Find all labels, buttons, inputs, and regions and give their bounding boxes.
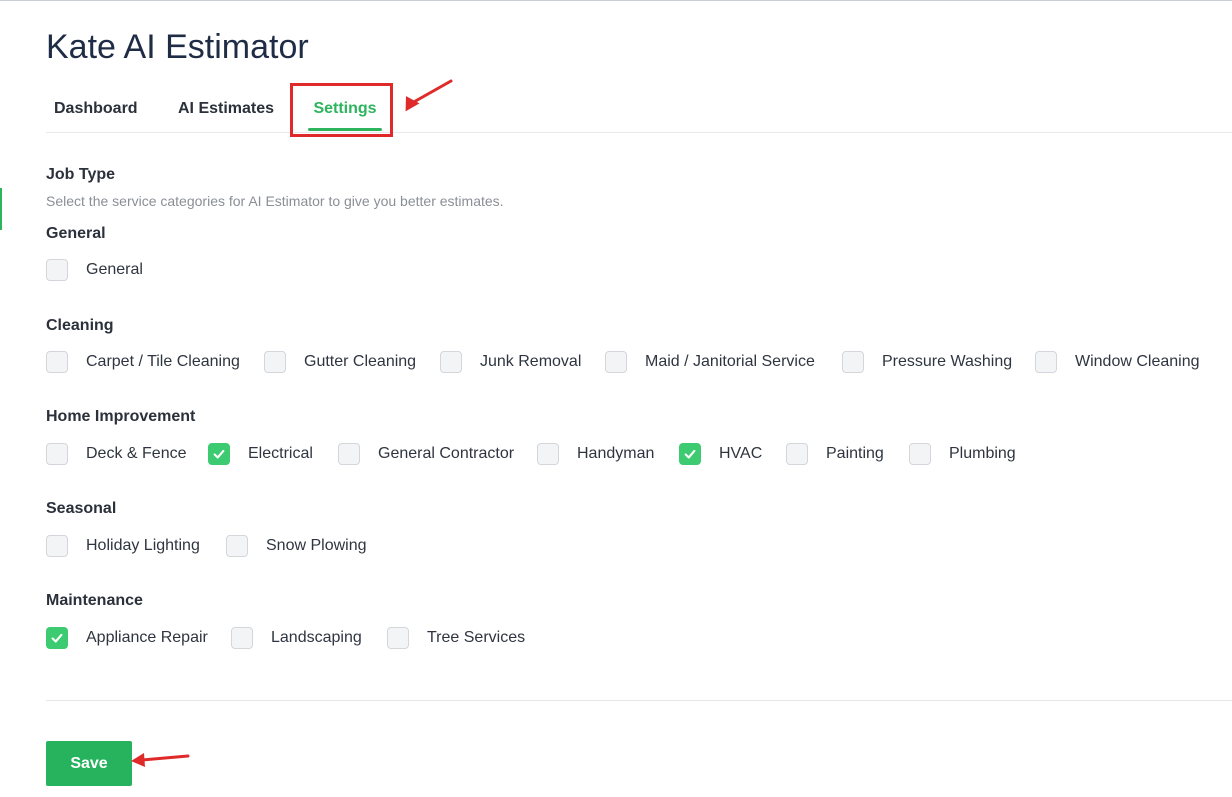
group-heading-cleaning: Cleaning	[46, 317, 114, 334]
group-heading-general: General	[46, 225, 106, 242]
option-label: Landscaping	[271, 629, 362, 646]
checkbox[interactable]	[226, 535, 248, 557]
tab-dashboard[interactable]: Dashboard	[54, 86, 138, 132]
job-type-heading: Job Type	[46, 166, 116, 183]
option-label: Gutter Cleaning	[304, 353, 417, 370]
group-heading-home-improvement: Home Improvement	[46, 408, 196, 425]
tab-ai-estimates-label: AI Estimates	[178, 100, 275, 117]
option-label: Holiday Lighting	[86, 537, 200, 554]
check-icon	[51, 633, 63, 643]
tab-dashboard-label: Dashboard	[54, 100, 138, 117]
option-label: Pressure Washing	[882, 353, 1013, 370]
option-electrical[interactable]: Electrical	[208, 442, 313, 466]
option-label: Electrical	[248, 445, 313, 462]
checkbox[interactable]	[842, 351, 864, 373]
form-divider	[46, 700, 1232, 701]
checkbox[interactable]	[786, 443, 808, 465]
option-label: Deck & Fence	[86, 445, 187, 462]
group-heading-seasonal: Seasonal	[46, 500, 117, 517]
checkbox[interactable]	[46, 443, 68, 465]
checkbox[interactable]	[46, 627, 68, 649]
checkbox[interactable]	[1035, 351, 1057, 373]
option-label: HVAC	[719, 445, 763, 462]
option-junk-removal[interactable]: Junk Removal	[440, 350, 581, 374]
option-holiday-lighting[interactable]: Holiday Lighting	[46, 534, 200, 558]
check-icon	[684, 449, 696, 459]
group-heading-maintenance: Maintenance	[46, 592, 143, 609]
checkbox[interactable]	[909, 443, 931, 465]
option-pressure-washing[interactable]: Pressure Washing	[842, 350, 1012, 374]
checkbox[interactable]	[679, 443, 701, 465]
tab-bar: Dashboard AI Estimates Settings	[46, 86, 1232, 133]
checkbox[interactable]	[440, 351, 462, 373]
job-type-description: Select the service categories for AI Est…	[46, 193, 504, 209]
check-icon	[213, 449, 225, 459]
checkbox[interactable]	[264, 351, 286, 373]
option-label: Carpet / Tile Cleaning	[86, 353, 240, 370]
checkbox[interactable]	[537, 443, 559, 465]
option-window-cleaning[interactable]: Window Cleaning	[1035, 350, 1200, 374]
left-edge-indicator	[0, 188, 2, 230]
option-hvac[interactable]: HVAC	[679, 442, 762, 466]
checkbox[interactable]	[208, 443, 230, 465]
option-handyman[interactable]: Handyman	[537, 442, 654, 466]
option-appliance-repair[interactable]: Appliance Repair	[46, 626, 208, 650]
option-label: Painting	[826, 445, 884, 462]
checkbox[interactable]	[231, 627, 253, 649]
option-carpet-tile-cleaning[interactable]: Carpet / Tile Cleaning	[46, 350, 240, 374]
option-label: Window Cleaning	[1075, 353, 1200, 370]
page-title: Kate AI Estimator	[46, 28, 309, 66]
option-label: Appliance Repair	[86, 629, 208, 646]
option-snow-plowing[interactable]: Snow Plowing	[226, 534, 367, 558]
save-arrow-icon	[131, 753, 190, 767]
checkbox[interactable]	[338, 443, 360, 465]
option-deck-fence[interactable]: Deck & Fence	[46, 442, 186, 466]
option-maid-janitorial-service[interactable]: Maid / Janitorial Service	[605, 350, 815, 374]
top-border	[0, 0, 1232, 1]
save-button[interactable]: Save	[46, 741, 132, 786]
option-general[interactable]: General	[46, 258, 143, 282]
option-landscaping[interactable]: Landscaping	[231, 626, 362, 650]
tab-ai-estimates[interactable]: AI Estimates	[178, 86, 274, 132]
checkbox[interactable]	[46, 259, 68, 281]
option-label: General Contractor	[378, 445, 515, 462]
settings-arrow-icon	[405, 79, 453, 112]
checkbox[interactable]	[46, 351, 68, 373]
option-label: General	[86, 261, 143, 278]
checkbox[interactable]	[46, 535, 68, 557]
option-label: Snow Plowing	[266, 537, 367, 554]
option-label: Plumbing	[949, 445, 1016, 462]
option-label: Handyman	[577, 445, 655, 462]
option-plumbing[interactable]: Plumbing	[909, 442, 1016, 466]
option-painting[interactable]: Painting	[786, 442, 884, 466]
option-label: Junk Removal	[480, 353, 582, 370]
option-label: Tree Services	[427, 629, 526, 646]
checkbox[interactable]	[605, 351, 627, 373]
option-gutter-cleaning[interactable]: Gutter Cleaning	[264, 350, 416, 374]
settings-highlight-box	[290, 83, 393, 137]
option-general-contractor[interactable]: General Contractor	[338, 442, 514, 466]
option-tree-services[interactable]: Tree Services	[387, 626, 525, 650]
checkbox[interactable]	[387, 627, 409, 649]
option-label: Maid / Janitorial Service	[645, 353, 815, 370]
